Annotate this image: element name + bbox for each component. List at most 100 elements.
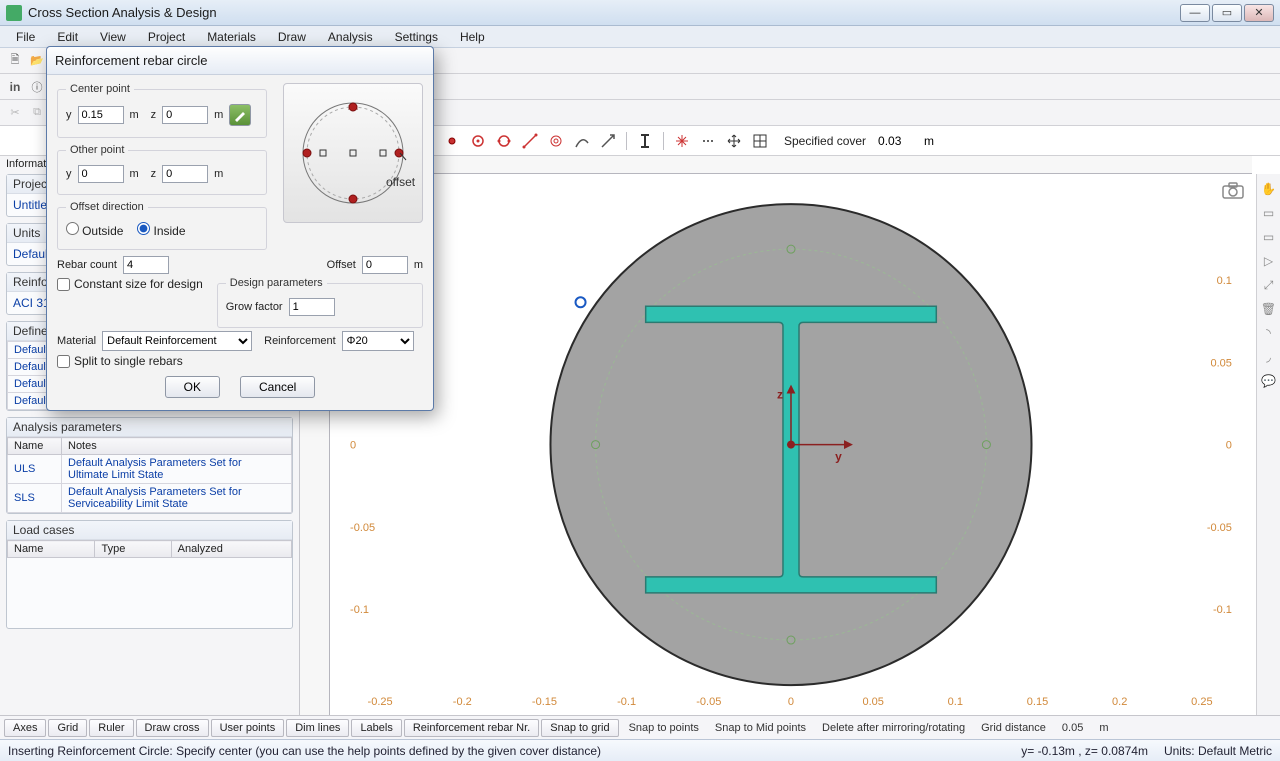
- menu-bar: File Edit View Project Materials Draw An…: [0, 26, 1280, 48]
- close-button[interactable]: ✕: [1244, 4, 1274, 22]
- menu-materials[interactable]: Materials: [197, 28, 266, 46]
- grid-icon[interactable]: [750, 131, 770, 151]
- svg-text:0.05: 0.05: [862, 696, 883, 708]
- reinforcement-select[interactable]: Φ20: [342, 331, 414, 351]
- labels-button[interactable]: Labels: [351, 719, 401, 737]
- arc-icon[interactable]: ◝: [1260, 324, 1278, 342]
- split-checkbox[interactable]: [57, 355, 70, 368]
- svg-text:-0.25: -0.25: [368, 696, 393, 708]
- grid-distance-unit: m: [1091, 720, 1116, 736]
- pointer-icon[interactable]: ▷: [1260, 252, 1278, 270]
- center-point-label: Center point: [66, 83, 134, 95]
- snapmid-toggle[interactable]: Snap to Mid points: [707, 720, 814, 736]
- offset-label: Offset: [327, 259, 356, 271]
- menu-analysis[interactable]: Analysis: [318, 28, 383, 46]
- outside-radio[interactable]: [66, 222, 79, 235]
- arc2-icon[interactable]: ◞: [1260, 348, 1278, 366]
- drawing-canvas[interactable]: y z -0.25-0.2-0.15-0.1-0.0500.050.10.150…: [330, 174, 1252, 715]
- pick-center-button[interactable]: [229, 104, 251, 126]
- rebar-circle-dialog: Reinforcement rebar circle offset: [46, 46, 434, 411]
- status-coord: y= -0.13m , z= 0.0874m: [1021, 744, 1148, 758]
- menu-project[interactable]: Project: [138, 28, 195, 46]
- table-row: ULSDefault Analysis Parameters Set for U…: [8, 455, 292, 484]
- curve-icon[interactable]: [572, 131, 592, 151]
- material-select[interactable]: Default Reinforcement: [102, 331, 252, 351]
- svg-text:-0.05: -0.05: [1207, 522, 1232, 534]
- svg-text:-0.1: -0.1: [617, 696, 636, 708]
- svg-text:-0.1: -0.1: [350, 604, 369, 616]
- minimize-button[interactable]: —: [1180, 4, 1210, 22]
- grid-distance-value[interactable]: 0.05: [1054, 720, 1091, 736]
- userpoints-button[interactable]: User points: [211, 719, 285, 737]
- open-icon[interactable]: 📂: [28, 52, 46, 70]
- units-in-icon[interactable]: in: [6, 78, 24, 96]
- menu-settings[interactable]: Settings: [385, 28, 448, 46]
- info-icon[interactable]: ⓘ: [28, 78, 46, 96]
- docs-icon[interactable]: ▭: [1260, 228, 1278, 246]
- dots-icon[interactable]: [698, 131, 718, 151]
- trash-icon[interactable]: 🗑: [1260, 300, 1278, 318]
- ok-button[interactable]: OK: [165, 376, 220, 398]
- status-bar: Inserting Reinforcement Circle: Specify …: [0, 739, 1280, 761]
- camera-icon[interactable]: [1222, 182, 1244, 200]
- doc-icon[interactable]: ▭: [1260, 204, 1278, 222]
- svg-text:offset: offset: [386, 175, 416, 189]
- app-icon: [6, 5, 22, 21]
- svg-text:-0.1: -0.1: [1213, 604, 1232, 616]
- svg-text:0: 0: [1226, 440, 1232, 452]
- comment-icon[interactable]: 💬: [1260, 372, 1278, 390]
- specified-cover-value[interactable]: 0.03: [878, 134, 918, 148]
- zoomfit-icon[interactable]: ⤢: [1260, 276, 1278, 294]
- circle-icon[interactable]: [468, 131, 488, 151]
- deletemirror-toggle[interactable]: Delete after mirroring/rotating: [814, 720, 973, 736]
- snappoints-toggle[interactable]: Snap to points: [621, 720, 707, 736]
- dialog-title: Reinforcement rebar circle: [47, 47, 433, 75]
- offset-dir-label: Offset direction: [66, 201, 148, 213]
- point-icon[interactable]: [442, 131, 462, 151]
- maximize-button[interactable]: ▭: [1212, 4, 1242, 22]
- ibeam-icon[interactable]: [635, 131, 655, 151]
- reinforcement-label: Reinforcement: [264, 335, 336, 347]
- rebarNr-button[interactable]: Reinforcement rebar Nr.: [404, 719, 539, 737]
- status-message: Inserting Reinforcement Circle: Specify …: [8, 744, 601, 758]
- svg-text:0.1: 0.1: [1217, 275, 1232, 287]
- menu-file[interactable]: File: [6, 28, 45, 46]
- inside-radio[interactable]: [137, 222, 150, 235]
- canvas-area[interactable]: ✋ ▭ ▭ ▷ ⤢ 🗑 ◝ ◞ 💬: [300, 152, 1280, 715]
- arrow-icon[interactable]: [598, 131, 618, 151]
- offset-input[interactable]: [362, 256, 408, 274]
- rebar-count-input[interactable]: [123, 256, 169, 274]
- snapgrid-button[interactable]: Snap to grid: [541, 719, 618, 737]
- grow-factor-input[interactable]: [289, 298, 335, 316]
- axes-button[interactable]: Axes: [4, 719, 46, 737]
- center-y-input[interactable]: [78, 106, 124, 124]
- menu-view[interactable]: View: [90, 28, 136, 46]
- other-y-input[interactable]: [78, 165, 124, 183]
- grid-button[interactable]: Grid: [48, 719, 87, 737]
- target-icon[interactable]: [546, 131, 566, 151]
- copy-icon[interactable]: ⧉: [28, 104, 46, 122]
- star-icon[interactable]: [672, 131, 692, 151]
- circle2-icon[interactable]: [494, 131, 514, 151]
- drawcross-button[interactable]: Draw cross: [136, 719, 209, 737]
- line-icon[interactable]: [520, 131, 540, 151]
- menu-help[interactable]: Help: [450, 28, 495, 46]
- center-z-input[interactable]: [162, 106, 208, 124]
- dialog-preview: offset: [283, 83, 423, 223]
- menu-draw[interactable]: Draw: [268, 28, 316, 46]
- design-params-label: Design parameters: [226, 277, 327, 289]
- dimlines-button[interactable]: Dim lines: [286, 719, 349, 737]
- cancel-button[interactable]: Cancel: [240, 376, 315, 398]
- other-z-input[interactable]: [162, 165, 208, 183]
- window-title: Cross Section Analysis & Design: [28, 5, 1180, 20]
- move-icon[interactable]: [724, 131, 744, 151]
- cut-icon[interactable]: ✂: [6, 104, 24, 122]
- material-label: Material: [57, 335, 96, 347]
- menu-edit[interactable]: Edit: [47, 28, 88, 46]
- new-icon[interactable]: 🗎: [6, 52, 24, 70]
- svg-text:0: 0: [350, 440, 356, 452]
- ruler-button[interactable]: Ruler: [89, 719, 133, 737]
- hand-icon[interactable]: ✋: [1260, 180, 1278, 198]
- const-size-checkbox[interactable]: [57, 278, 70, 291]
- loadcases-table: NameTypeAnalyzed: [7, 540, 292, 558]
